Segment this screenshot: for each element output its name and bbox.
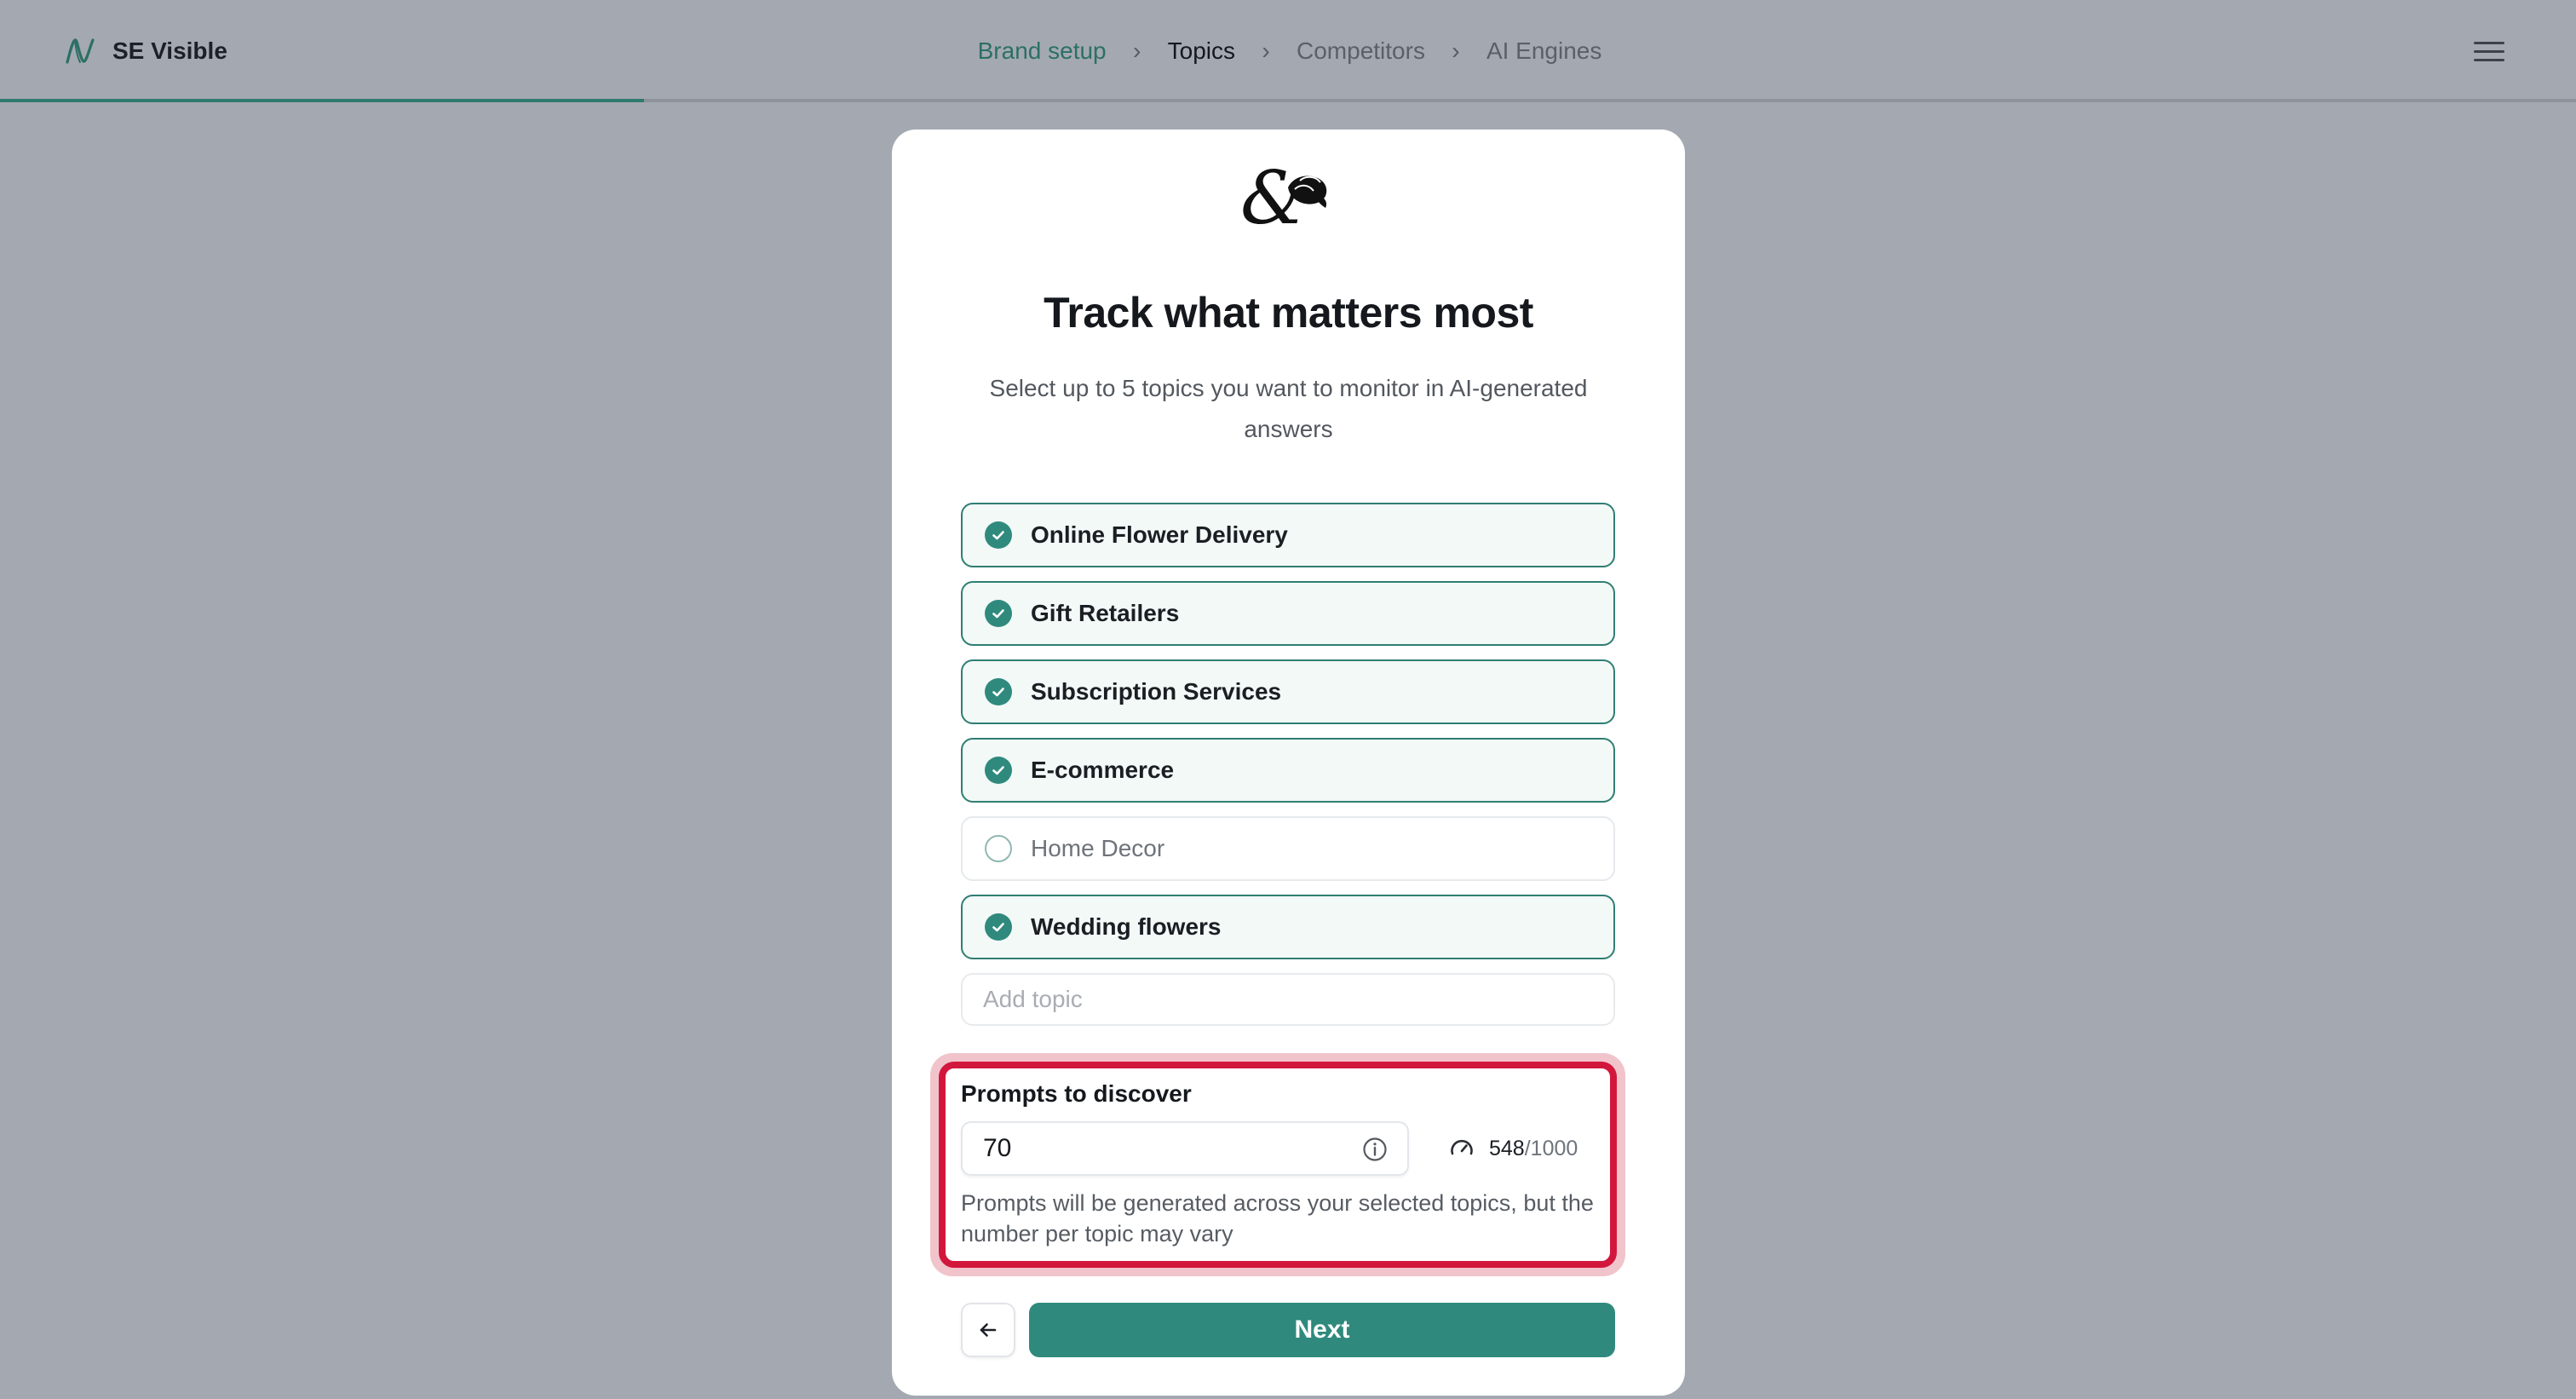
page-subtitle: Select up to 5 topics you want to monito… [989, 375, 1588, 442]
topic-wedding-flowers[interactable]: Wedding flowers [961, 895, 1615, 959]
chevron-right-icon: › [1452, 37, 1460, 64]
hamburger-menu-icon[interactable] [2474, 36, 2504, 66]
gauge-icon [1451, 1139, 1473, 1155]
topic-e-commerce[interactable]: E-commerce [961, 738, 1615, 803]
next-button[interactable]: Next [1029, 1303, 1615, 1357]
topic-label: Wedding flowers [1031, 913, 1222, 940]
onboarding-progress-bar [0, 99, 644, 102]
arrow-left-icon [980, 1323, 997, 1337]
topic-home-decor[interactable]: Home Decor [961, 816, 1615, 881]
topic-gift-retailers[interactable]: Gift Retailers [961, 581, 1615, 646]
prompts-quota-text: 548/1000 [1489, 1137, 1578, 1161]
topic-subscription-services[interactable]: Subscription Services [961, 659, 1615, 724]
breadcrumb-brand-setup[interactable]: Brand setup [978, 37, 1107, 65]
chevron-right-icon: › [1132, 37, 1141, 64]
back-button[interactable] [961, 1303, 1015, 1357]
topic-online-flower-delivery[interactable]: Online Flower Delivery [961, 503, 1615, 567]
topic-label: E-commerce [1031, 757, 1175, 783]
ampersand-logo-icon: & [1240, 158, 1327, 235]
page-title: Track what matters most [1044, 289, 1533, 337]
unchecked-circle-icon [985, 835, 1012, 862]
prompts-used: 548 [1489, 1136, 1525, 1160]
topic-label: Home Decor [1031, 835, 1165, 861]
breadcrumb-ai-engines[interactable]: AI Engines [1486, 37, 1601, 65]
topic-label: Online Flower Delivery [1031, 521, 1288, 548]
add-topic-input[interactable] [961, 973, 1615, 1026]
topic-label: Gift Retailers [1031, 600, 1180, 626]
prompts-count-input[interactable] [983, 1123, 1341, 1174]
chevron-right-icon: › [1262, 37, 1270, 64]
check-icon [985, 600, 1012, 627]
top-bar: SE Visible Brand setup › Topics › Compet… [0, 0, 2576, 102]
prompts-help-text: Prompts will be generated across your se… [961, 1190, 1594, 1246]
prompts-quota: 548/1000 [1448, 1133, 1578, 1164]
prompts-label: Prompts to discover [961, 1080, 1192, 1107]
topic-list: Online Flower Delivery Gift Retailers Su… [961, 503, 1615, 973]
breadcrumb: Brand setup › Topics › Competitors › AI … [0, 31, 2576, 72]
check-icon [985, 913, 1012, 941]
info-icon[interactable] [1361, 1136, 1389, 1163]
check-icon [985, 757, 1012, 784]
prompts-input-field [961, 1121, 1409, 1176]
check-icon [985, 678, 1012, 705]
breadcrumb-competitors[interactable]: Competitors [1297, 37, 1425, 65]
breadcrumb-topics[interactable]: Topics [1168, 37, 1235, 65]
topic-label: Subscription Services [1031, 678, 1282, 705]
check-icon [985, 521, 1012, 549]
prompts-total: /1000 [1524, 1136, 1578, 1160]
